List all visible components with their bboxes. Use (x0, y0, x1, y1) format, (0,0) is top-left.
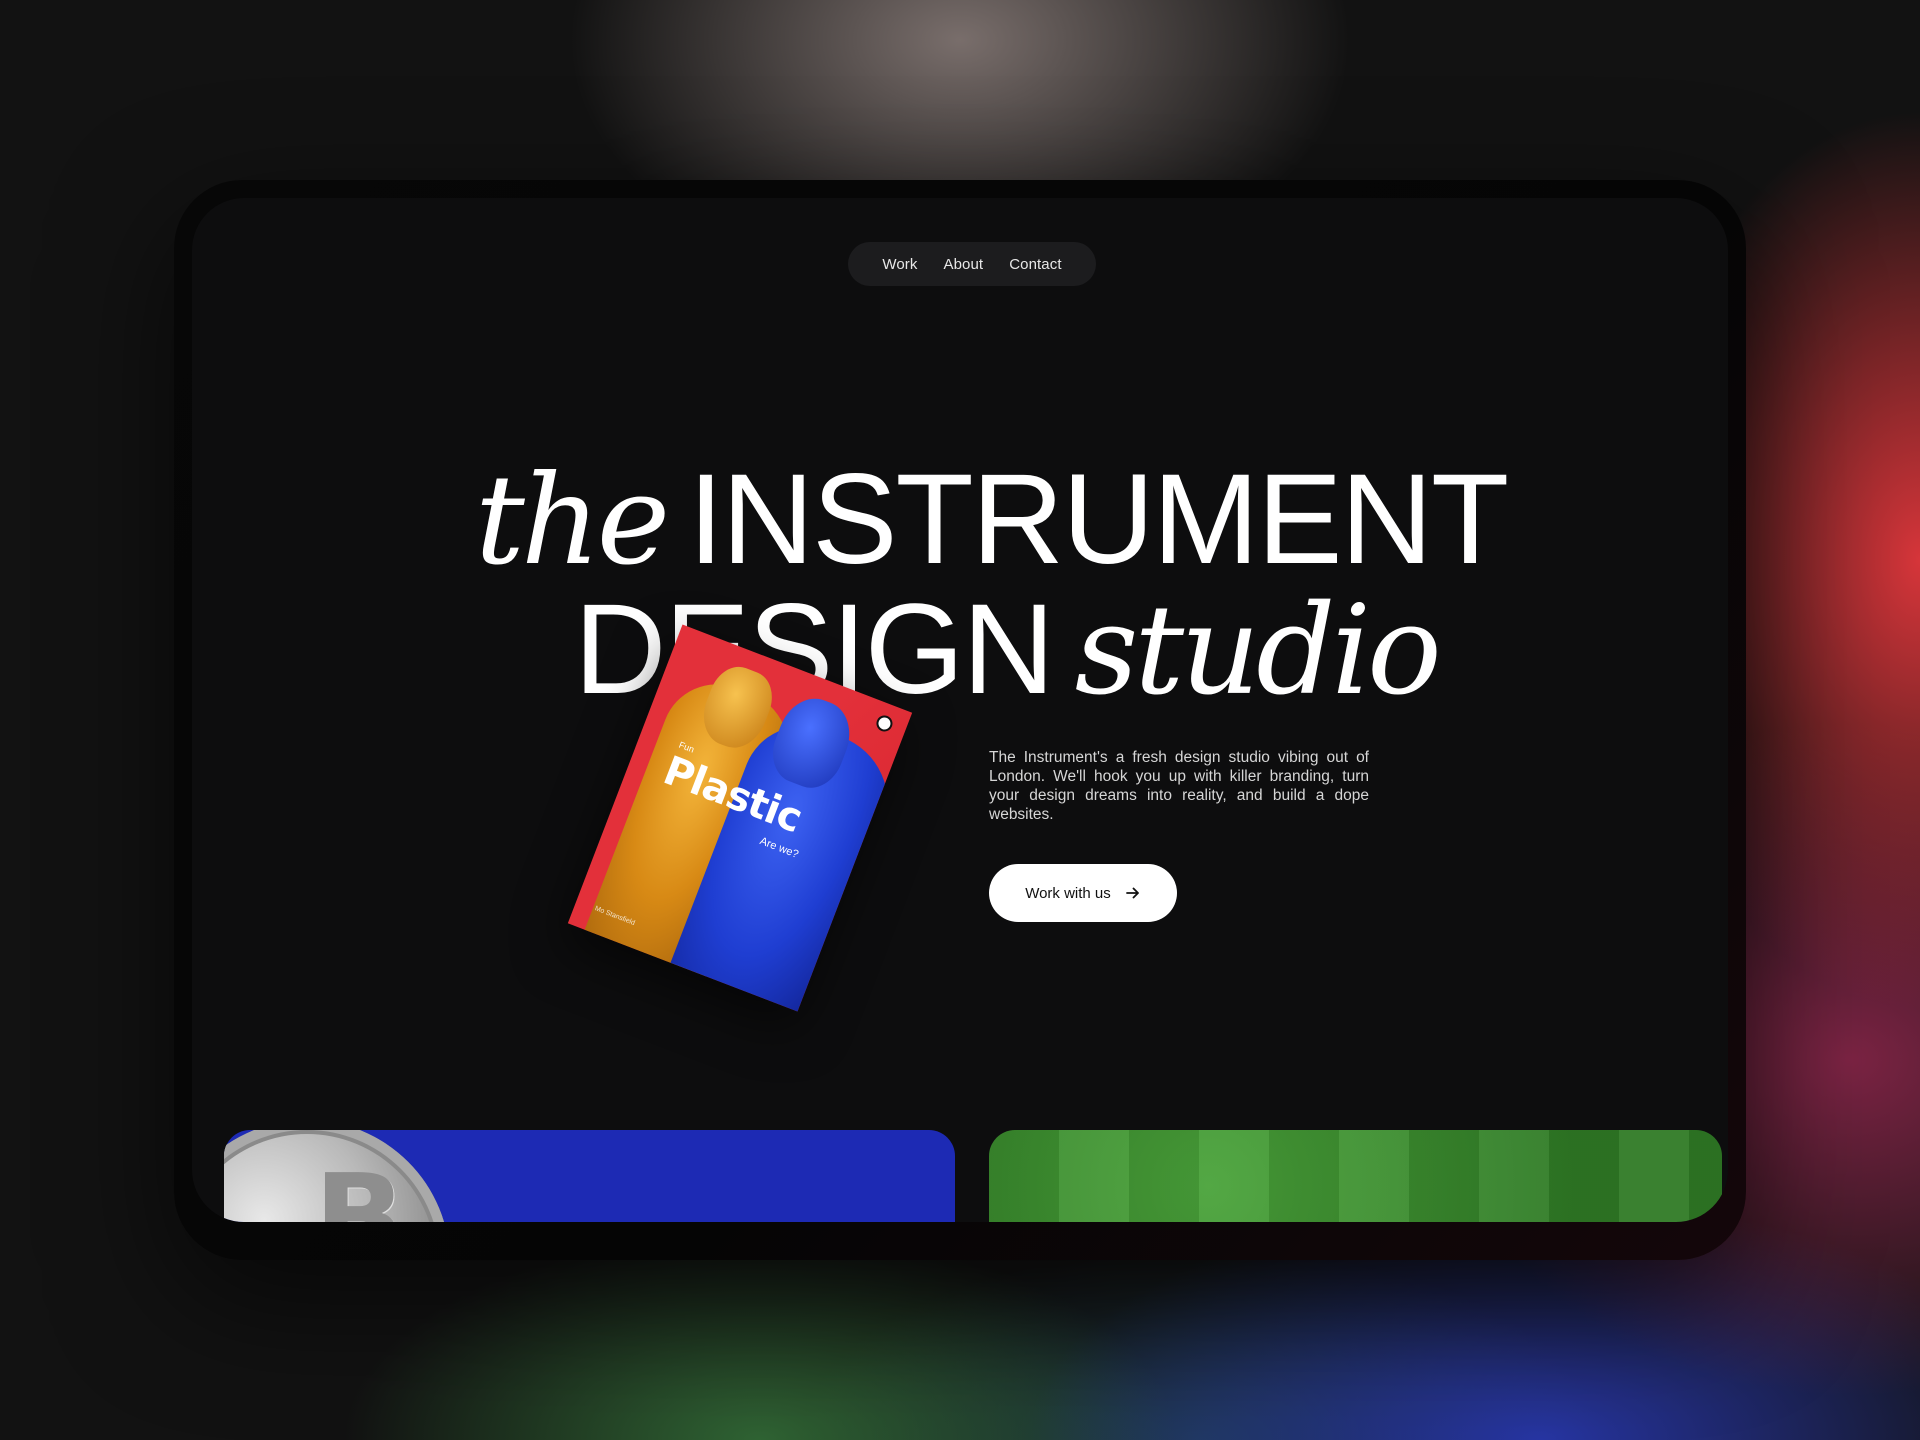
website-screen: Work About Contact the INSTRUMENT DESIGN… (192, 198, 1728, 1222)
hero-word-the: the (475, 449, 670, 593)
work-with-us-label: Work with us (1025, 884, 1111, 902)
hero-title-line-1: the INSTRUMENT (475, 446, 1509, 593)
hero-word-instrument: INSTRUMENT (688, 448, 1509, 591)
device-frame: Work About Contact the INSTRUMENT DESIGN… (174, 180, 1746, 1260)
nav-item-work[interactable]: Work (882, 256, 917, 273)
poster-logo-icon (874, 713, 895, 734)
hero-word-studio: studio (1074, 579, 1442, 723)
work-with-us-button[interactable]: Work with us (989, 864, 1177, 922)
arrow-right-icon (1125, 885, 1141, 901)
top-nav: Work About Contact (848, 242, 1096, 286)
project-card-grass[interactable] (989, 1130, 1722, 1222)
studio-description: The Instrument's a fresh design studio v… (989, 749, 1369, 823)
project-card-crypto[interactable]: B (224, 1130, 955, 1222)
nav-item-about[interactable]: About (944, 256, 984, 273)
bitcoin-icon: B (314, 1150, 406, 1222)
nav-item-contact[interactable]: Contact (1009, 256, 1061, 273)
